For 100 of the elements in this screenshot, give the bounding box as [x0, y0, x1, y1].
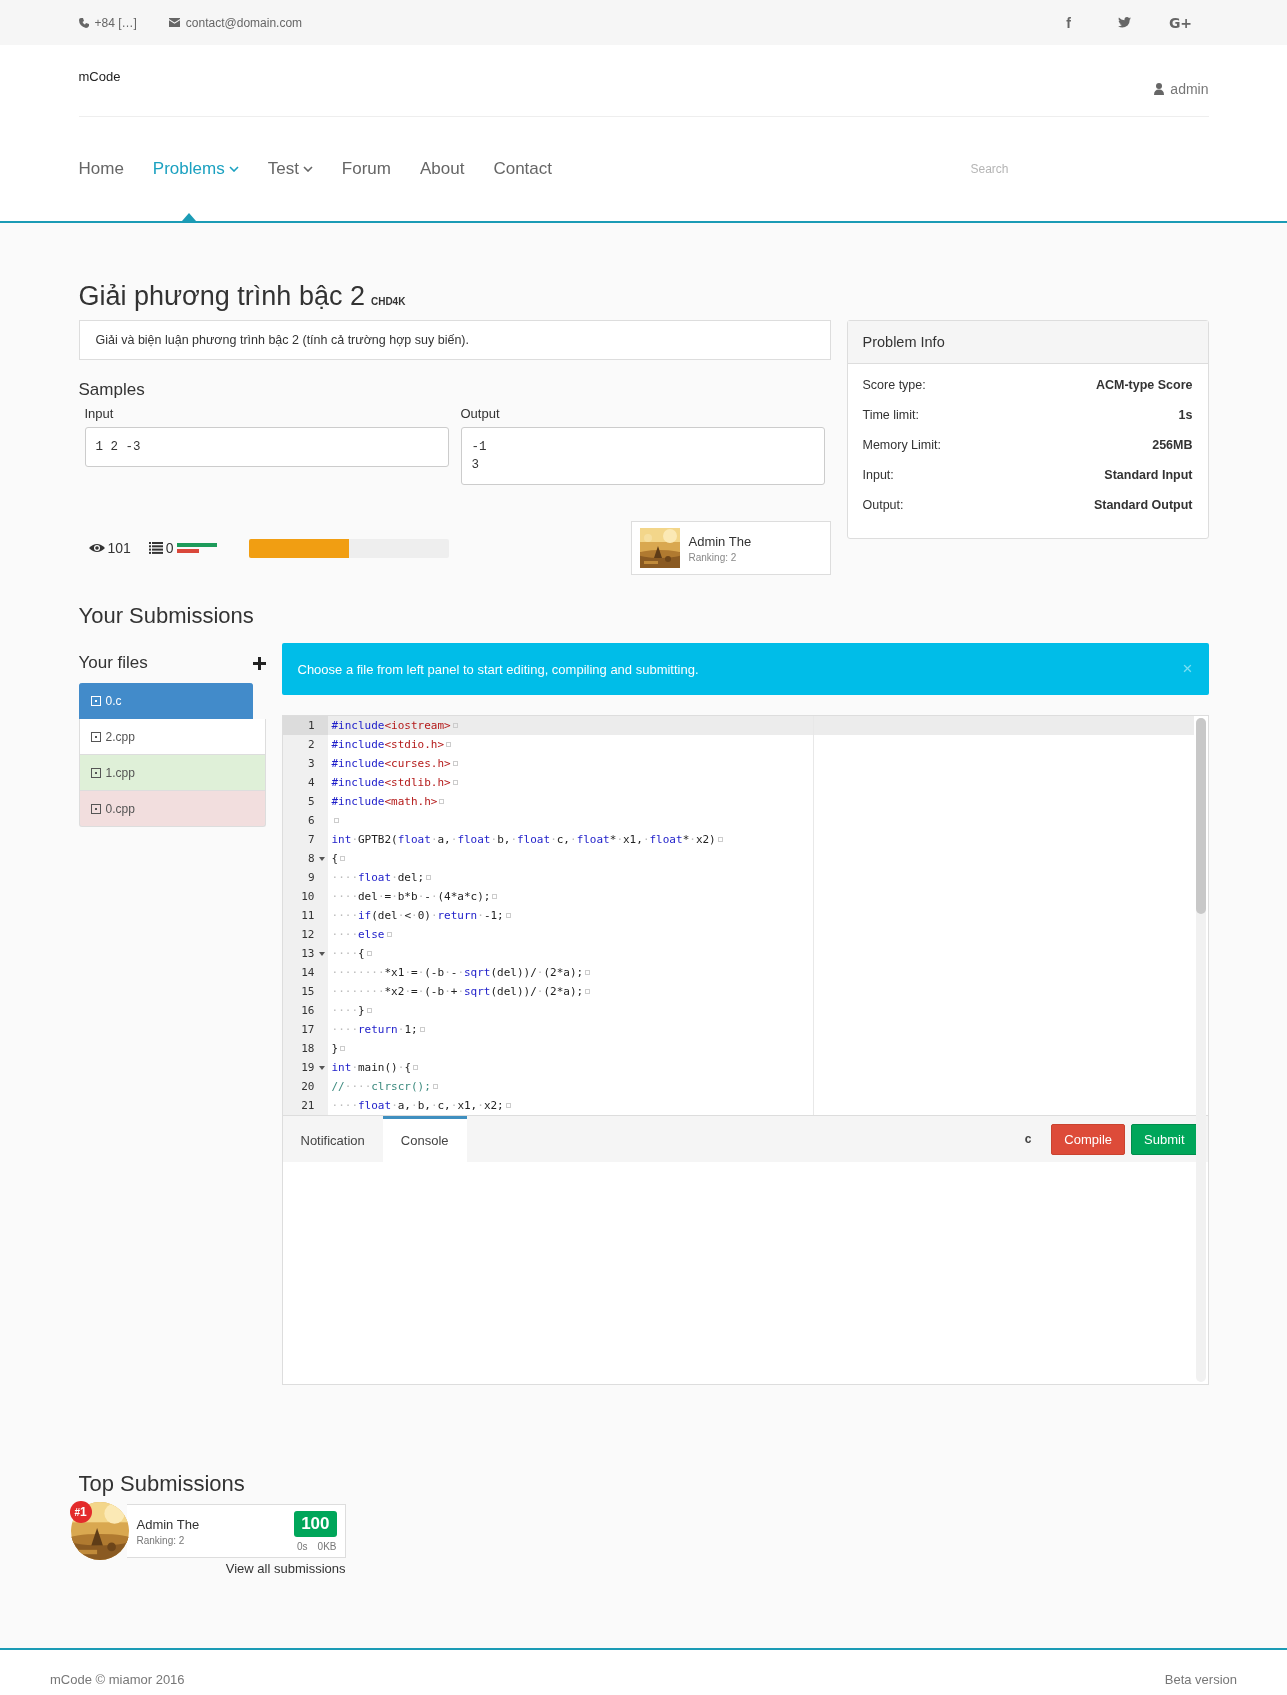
- section-heading: Your Submissions: [78, 603, 255, 629]
- line-end-mark: [366, 951, 372, 956]
- line-number: 1: [282, 716, 328, 735]
- code-line: {: [331, 852, 339, 865]
- files-heading: Your files: [78, 653, 148, 673]
- line-end-mark: [426, 875, 432, 880]
- line-end-mark: [340, 1046, 346, 1051]
- code-line: ········*x2·=·(-b·+·sqrt(del))/·(2*a);: [331, 985, 584, 998]
- code-line: ····return·1;: [331, 1023, 418, 1036]
- nav-link[interactable]: Problems: [152, 117, 239, 221]
- list-icon: [148, 542, 163, 554]
- line-number: 20: [282, 1077, 328, 1096]
- user-name: Admin The: [136, 1516, 200, 1532]
- line-end-mark: [492, 894, 498, 899]
- version-label: Beta version: [1164, 1672, 1237, 1687]
- file-icon: [90, 803, 101, 814]
- user-ranking: Ranking: 2: [136, 1534, 186, 1546]
- file-item[interactable]: 0.cpp: [78, 791, 266, 827]
- compile-button[interactable]: Compile: [1051, 1123, 1126, 1155]
- submission-count: 0: [165, 540, 174, 556]
- line-number: 14: [282, 963, 328, 982]
- code-line: //····clrscr();: [331, 1080, 431, 1093]
- code-line: }: [331, 1042, 339, 1055]
- view-count: 101: [107, 540, 131, 556]
- scrollbar[interactable]: [1195, 718, 1206, 1382]
- copyright-text: mCode © miamor 2016: [50, 1672, 185, 1687]
- line-number: 18: [282, 1039, 328, 1058]
- tab[interactable]: Notification: [282, 1116, 383, 1162]
- fold-arrow-icon[interactable]: [318, 952, 325, 956]
- problem-code: CHD4K: [370, 296, 406, 307]
- social-link[interactable]: G+: [1152, 14, 1209, 31]
- nav-link[interactable]: Test: [267, 117, 313, 221]
- line-end-mark: [452, 761, 458, 766]
- user-menu[interactable]: admin: [1154, 81, 1209, 97]
- envelope-icon: [168, 18, 180, 27]
- code-line: #include<stdio.h>: [331, 738, 445, 751]
- line-number: 10: [282, 887, 328, 906]
- bird-icon[interactable]: [1118, 17, 1131, 28]
- file-icon: [90, 695, 101, 706]
- line-number: 12: [282, 925, 328, 944]
- view-all-link[interactable]: View all submissions: [78, 1561, 346, 1576]
- problem-title: Giải phương trình bậc 2: [78, 281, 365, 312]
- line-number: 19: [282, 1058, 328, 1077]
- code-line: ····del·=·b*b·-·(4*a*c);: [331, 890, 491, 903]
- line-end-mark: [505, 913, 511, 918]
- sample-box: -1 3: [460, 427, 825, 485]
- info-label: Memory Limit:: [862, 438, 941, 454]
- site-logo[interactable]: mCode: [78, 69, 121, 116]
- user-icon: [1154, 83, 1165, 95]
- file-item[interactable]: 2.cpp: [78, 719, 266, 755]
- line-end-mark: [366, 1008, 372, 1013]
- line-number: 5: [282, 792, 328, 811]
- nav-link[interactable]: Forum: [341, 117, 391, 221]
- info-label: Input:: [862, 468, 894, 484]
- line-number: 16: [282, 1001, 328, 1020]
- code-line: #include<curses.h>: [331, 757, 451, 770]
- search-field[interactable]: Search: [968, 161, 1089, 177]
- info-label: Time limit:: [862, 408, 919, 424]
- language-label: c: [1024, 1132, 1032, 1146]
- submit-button[interactable]: Submit: [1131, 1123, 1198, 1155]
- memory-usage: 0KB: [317, 1540, 337, 1552]
- code-line: int·GPTB2(float·a,·float·b,·float·c,·float*·x1,·float*·x2): [331, 833, 716, 846]
- plus-icon[interactable]: [252, 656, 266, 670]
- line-end-mark: [386, 932, 392, 937]
- author-name: Admin The: [688, 533, 752, 549]
- nav-link[interactable]: Home: [78, 117, 124, 221]
- code-line: ····float·a,·b,·c,·x1,·x2;: [331, 1099, 504, 1112]
- code-line: #include<iostream>: [331, 719, 451, 732]
- eye-icon: [88, 543, 105, 553]
- run-time: 0s: [297, 1540, 308, 1552]
- file-item[interactable]: 1.cpp: [78, 755, 266, 791]
- score-badge: 100: [294, 1510, 337, 1537]
- line-number: 4: [282, 773, 328, 792]
- code-line: ········*x1·=·(-b·-·sqrt(del))/·(2*a);: [331, 966, 584, 979]
- tab[interactable]: Console: [382, 1116, 467, 1162]
- fold-arrow-icon[interactable]: [318, 857, 325, 861]
- line-number: 2: [282, 735, 328, 754]
- line-end-mark: [452, 723, 458, 728]
- code-line: ····{: [331, 947, 365, 960]
- nav-link[interactable]: About: [420, 117, 465, 221]
- line-end-mark: [340, 856, 346, 861]
- line-end-mark: [413, 1065, 418, 1070]
- line-end-mark: [717, 837, 723, 842]
- ratio-bars-icon: [176, 541, 217, 555]
- line-number: 9: [282, 868, 328, 887]
- fold-arrow-icon[interactable]: [318, 1066, 325, 1070]
- email-address: contact@domain.com: [185, 15, 303, 30]
- section-heading: Samples: [78, 380, 146, 400]
- line-end-mark: [333, 818, 339, 823]
- alert-message: Choose a file from left panel to start editing, compiling and submitting.: [297, 661, 699, 677]
- panel-title: Problem Info: [847, 321, 1208, 364]
- line-end-mark: [439, 799, 445, 804]
- line-number: 6: [282, 811, 328, 830]
- file-item[interactable]: 0.c: [78, 683, 253, 719]
- social-link[interactable]: f: [1040, 14, 1097, 31]
- info-value: 256MB: [1152, 438, 1193, 454]
- line-number: 7: [282, 830, 328, 849]
- code-line: ····if(del·<·0)·return·-1;: [331, 909, 504, 922]
- line-end-mark: [419, 1027, 425, 1032]
- nav-link[interactable]: Contact: [493, 117, 552, 221]
